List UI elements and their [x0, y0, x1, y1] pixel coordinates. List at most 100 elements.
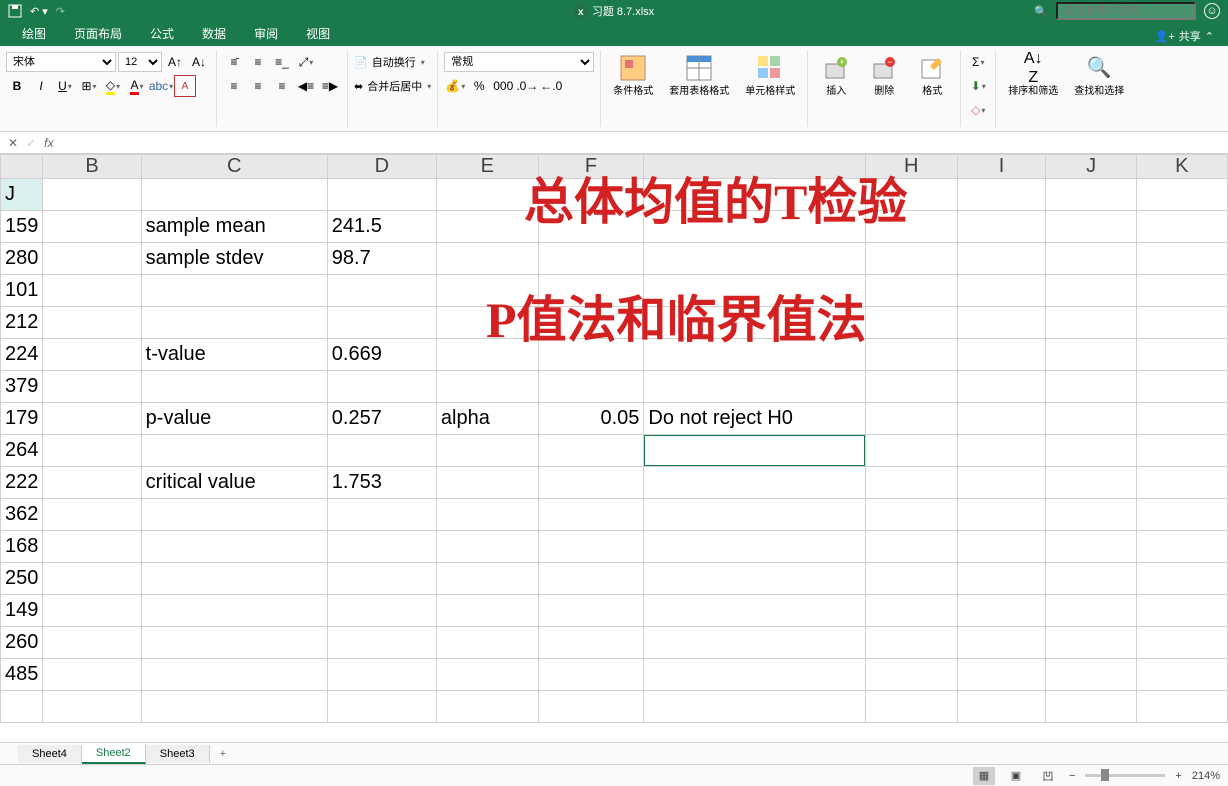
cell[interactable]	[327, 659, 436, 691]
cell[interactable]	[538, 243, 644, 275]
cell[interactable]: 241.5	[327, 211, 436, 243]
col-header-c[interactable]: C	[141, 155, 327, 179]
cell[interactable]	[538, 595, 644, 627]
cell[interactable]	[141, 275, 327, 307]
cell[interactable]	[436, 659, 538, 691]
cell[interactable]: 1.753	[327, 467, 436, 499]
cell[interactable]	[141, 499, 327, 531]
insert-button[interactable]: +插入	[814, 50, 858, 100]
cell[interactable]: 222	[1, 467, 43, 499]
cell[interactable]	[327, 275, 436, 307]
autosum-icon[interactable]: Σ▾	[967, 51, 989, 73]
cell[interactable]	[1136, 531, 1227, 563]
cell[interactable]	[538, 499, 644, 531]
cell[interactable]: sample mean	[141, 211, 327, 243]
align-top-icon[interactable]: ≡̄	[223, 51, 245, 73]
cell[interactable]	[43, 243, 141, 275]
cell[interactable]	[141, 659, 327, 691]
cell[interactable]: 168	[1, 531, 43, 563]
cell[interactable]	[436, 371, 538, 403]
cell[interactable]	[1136, 595, 1227, 627]
tab-formulas[interactable]: 公式	[136, 21, 188, 46]
cell[interactable]	[327, 531, 436, 563]
cell[interactable]	[1136, 339, 1227, 371]
cell[interactable]	[1136, 179, 1227, 211]
cell[interactable]	[1136, 275, 1227, 307]
enter-icon[interactable]: ✓	[26, 136, 36, 150]
cell[interactable]: 101	[1, 275, 43, 307]
cell[interactable]	[644, 243, 866, 275]
font-color-button[interactable]: A▾	[126, 75, 148, 97]
cell[interactable]	[436, 531, 538, 563]
cell[interactable]	[865, 179, 957, 211]
cell[interactable]	[865, 563, 957, 595]
merge-center-button[interactable]: 合并后居中	[367, 78, 422, 94]
cell[interactable]	[957, 499, 1046, 531]
cell[interactable]	[141, 307, 327, 339]
cell[interactable]	[1046, 563, 1136, 595]
view-page-layout-icon[interactable]: ▣	[1005, 767, 1027, 785]
cell[interactable]	[141, 531, 327, 563]
cell[interactable]	[644, 691, 866, 723]
cell[interactable]	[865, 595, 957, 627]
cell[interactable]: 362	[1, 499, 43, 531]
cell[interactable]	[538, 435, 644, 467]
sheet-tab-0[interactable]: Sheet4	[18, 745, 82, 763]
cell[interactable]	[644, 531, 866, 563]
cell[interactable]	[538, 307, 644, 339]
view-page-break-icon[interactable]: 凹	[1037, 767, 1059, 785]
view-normal-icon[interactable]: ▦	[973, 767, 995, 785]
cell[interactable]	[327, 307, 436, 339]
sheet-tab-1[interactable]: Sheet2	[82, 744, 146, 764]
increase-decimal-icon[interactable]: .0→	[516, 75, 538, 97]
cell[interactable]: 0.669	[327, 339, 436, 371]
cell[interactable]	[865, 531, 957, 563]
cell[interactable]	[1046, 275, 1136, 307]
cell[interactable]	[957, 467, 1046, 499]
cell[interactable]	[327, 179, 436, 211]
cell[interactable]	[436, 211, 538, 243]
cell-styles-button[interactable]: 单元格样式	[739, 50, 801, 100]
cell[interactable]	[1136, 499, 1227, 531]
cell[interactable]	[141, 371, 327, 403]
cell[interactable]	[865, 467, 957, 499]
cell[interactable]	[644, 627, 866, 659]
cell[interactable]	[538, 627, 644, 659]
number-format-select[interactable]: 常规	[444, 52, 594, 72]
cell[interactable]: 485	[1, 659, 43, 691]
cell[interactable]	[957, 179, 1046, 211]
cell[interactable]	[538, 467, 644, 499]
cell[interactable]	[327, 627, 436, 659]
align-left-icon[interactable]: ≡	[223, 75, 245, 97]
cell[interactable]	[436, 691, 538, 723]
cell[interactable]: 0.05	[538, 403, 644, 435]
cell[interactable]	[1136, 467, 1227, 499]
cell[interactable]	[865, 307, 957, 339]
col-header-e[interactable]: E	[436, 155, 538, 179]
undo-icon[interactable]: ↶ ▾	[30, 5, 48, 18]
cell[interactable]	[538, 275, 644, 307]
align-bottom-icon[interactable]: ≡_	[271, 51, 293, 73]
col-header-d[interactable]: D	[327, 155, 436, 179]
formula-input[interactable]	[61, 136, 1228, 150]
cell[interactable]	[538, 659, 644, 691]
cell[interactable]	[327, 499, 436, 531]
add-sheet-button[interactable]: +	[210, 745, 236, 763]
cell[interactable]: 179	[1, 403, 43, 435]
format-button[interactable]: 格式	[910, 50, 954, 100]
cell[interactable]	[43, 371, 141, 403]
cell[interactable]	[538, 563, 644, 595]
cell[interactable]	[1046, 595, 1136, 627]
cell[interactable]	[957, 211, 1046, 243]
spreadsheet-grid[interactable]: B C D E F H I J K J 159sample mean241.5 …	[0, 154, 1228, 742]
cell[interactable]	[957, 595, 1046, 627]
cell[interactable]	[43, 307, 141, 339]
cell[interactable]	[1, 691, 43, 723]
zoom-level[interactable]: 214%	[1192, 770, 1220, 782]
cell[interactable]	[436, 467, 538, 499]
percent-icon[interactable]: %	[468, 75, 490, 97]
cell[interactable]	[1136, 211, 1227, 243]
tab-draw[interactable]: 绘图	[8, 21, 60, 46]
cell[interactable]	[1046, 371, 1136, 403]
col-header-k[interactable]: K	[1136, 155, 1227, 179]
